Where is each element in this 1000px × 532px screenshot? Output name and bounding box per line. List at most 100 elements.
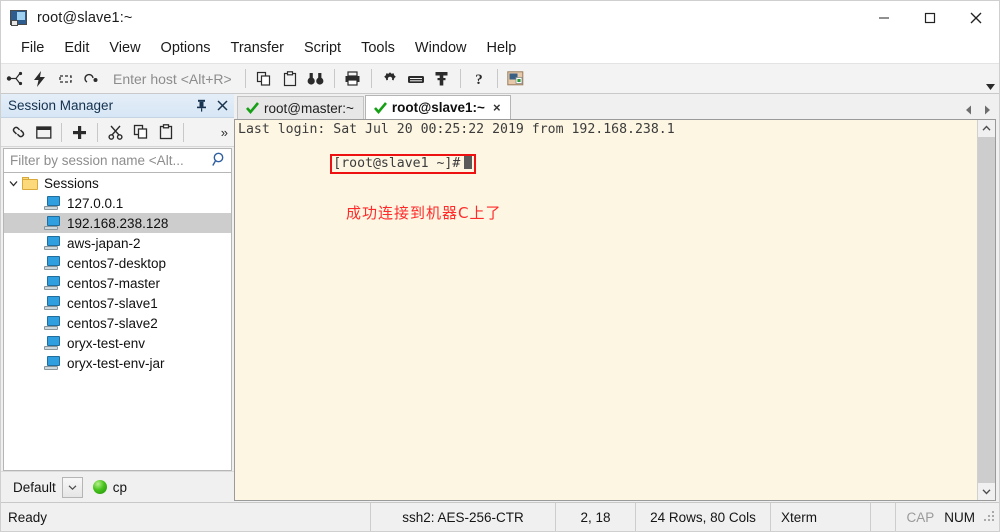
menu-item-view[interactable]: View — [99, 38, 150, 59]
session-label: centos7-slave2 — [67, 316, 158, 331]
toolbar-separator — [183, 123, 184, 142]
menu-item-help[interactable]: Help — [477, 38, 527, 59]
tab-nav-buttons — [963, 103, 992, 117]
terminal-container: Last login: Sat Jul 20 00:25:22 2019 fro… — [234, 119, 996, 501]
session-icon — [44, 256, 61, 270]
title-bar: root@slave1:~ — [1, 1, 999, 35]
host-input[interactable]: Enter host <Alt+R> — [105, 71, 240, 87]
session-tree[interactable]: Sessions 127.0.0.1 192.168.238.128 aws-j… — [3, 173, 232, 471]
session-toolbar-overflow-icon[interactable]: » — [221, 118, 228, 146]
terminal-prompt-line: [root@slave1 ~]# — [238, 138, 977, 190]
scrollbar-thumb[interactable] — [978, 137, 995, 483]
status-bar: Ready ssh2: AES-256-CTR 2, 18 24 Rows, 8… — [1, 502, 999, 531]
menu-item-window[interactable]: Window — [405, 38, 477, 59]
session-options-icon[interactable] — [503, 66, 529, 92]
connect-icon[interactable] — [1, 66, 27, 92]
close-icon[interactable] — [215, 97, 230, 114]
filter-icon[interactable] — [429, 66, 455, 92]
prompt-highlight-box: [root@slave1 ~]# — [330, 154, 476, 174]
menu-item-options[interactable]: Options — [151, 38, 221, 59]
new-window-icon[interactable] — [31, 120, 56, 145]
menu-item-script[interactable]: Script — [294, 38, 351, 59]
keymap-icon[interactable] — [403, 66, 429, 92]
status-cipher: ssh2: AES-256-CTR — [371, 503, 556, 531]
session-label: 192.168.238.128 — [67, 216, 168, 231]
status-spacer — [871, 503, 896, 531]
list-item[interactable]: oryx-test-env — [4, 333, 231, 353]
terminal-cursor — [464, 156, 472, 169]
session-filter-input[interactable]: Filter by session name <Alt... — [3, 148, 232, 173]
chevron-down-icon[interactable] — [4, 173, 22, 193]
tab-close-icon[interactable]: × — [493, 101, 501, 114]
toolbar-separator — [97, 123, 98, 142]
scrollbar-track[interactable] — [978, 137, 995, 483]
connect-in-tab-icon[interactable] — [79, 66, 105, 92]
help-icon[interactable]: ? — [466, 66, 492, 92]
status-label: cp — [113, 480, 127, 495]
quick-connect-icon[interactable] — [27, 66, 53, 92]
list-item[interactable]: aws-japan-2 — [4, 233, 231, 253]
list-item[interactable]: centos7-desktop — [4, 253, 231, 273]
resize-grip-icon[interactable] — [983, 510, 997, 524]
copy-icon[interactable] — [128, 120, 153, 145]
main-body: Session Manager — [1, 94, 999, 502]
menu-item-tools[interactable]: Tools — [351, 38, 405, 59]
session-label: 127.0.0.1 — [67, 196, 123, 211]
securecrt-app-icon — [10, 10, 28, 26]
settings-icon[interactable] — [377, 66, 403, 92]
status-caps-lock: CAP — [896, 510, 940, 525]
list-item[interactable]: 192.168.238.128 — [4, 213, 231, 233]
list-item[interactable]: centos7-master — [4, 273, 231, 293]
svg-text:?: ? — [475, 72, 483, 87]
list-item[interactable]: centos7-slave2 — [4, 313, 231, 333]
menu-bar: File Edit View Options Transfer Script T… — [1, 35, 999, 63]
tree-root-label: Sessions — [44, 176, 99, 191]
paste-icon[interactable] — [153, 120, 178, 145]
copy-icon[interactable] — [251, 66, 277, 92]
terminal-screen[interactable]: Last login: Sat Jul 20 00:25:22 2019 fro… — [235, 120, 977, 500]
list-item[interactable]: oryx-test-env-jar — [4, 353, 231, 373]
search-icon[interactable] — [212, 152, 226, 172]
print-icon[interactable] — [340, 66, 366, 92]
main-toolbar: Enter host <Alt+R> — [1, 63, 999, 94]
toolbar-separator — [497, 69, 498, 88]
status-num-lock: NUM — [940, 510, 983, 525]
toolbar-overflow-icon[interactable] — [981, 64, 999, 93]
session-filter-placeholder: Filter by session name <Alt... — [4, 153, 184, 168]
securecrt-window: root@slave1:~ File Edit View Options Tra… — [0, 0, 1000, 532]
connect-link-icon[interactable] — [6, 120, 31, 145]
minimize-icon[interactable] — [861, 1, 907, 35]
pin-icon[interactable] — [194, 97, 209, 114]
status-orb-icon — [93, 480, 107, 494]
terminal-scrollbar[interactable] — [977, 120, 995, 500]
tab-scroll-left-icon[interactable] — [963, 103, 974, 117]
status-screen-size: 24 Rows, 80 Cols — [636, 503, 771, 531]
tab-label: root@master:~ — [264, 101, 354, 116]
toolbar-separator — [61, 123, 62, 142]
tab-root-slave1[interactable]: root@slave1:~ × — [365, 95, 511, 119]
menu-item-transfer[interactable]: Transfer — [221, 38, 294, 59]
terminal-prompt: [root@slave1 ~]# — [333, 156, 460, 171]
session-label: centos7-slave1 — [67, 296, 158, 311]
scroll-up-icon[interactable] — [978, 120, 995, 137]
tab-root-master[interactable]: root@master:~ — [237, 96, 364, 119]
tab-scroll-right-icon[interactable] — [981, 103, 992, 117]
menu-item-edit[interactable]: Edit — [54, 38, 99, 59]
find-icon[interactable] — [303, 66, 329, 92]
cut-icon[interactable] — [103, 120, 128, 145]
close-icon[interactable] — [953, 1, 999, 35]
reconnect-icon[interactable] — [53, 66, 79, 92]
menu-item-file[interactable]: File — [11, 38, 54, 59]
paste-icon[interactable] — [277, 66, 303, 92]
status-cursor-position: 2, 18 — [556, 503, 636, 531]
maximize-icon[interactable] — [907, 1, 953, 35]
chevron-down-icon[interactable] — [62, 477, 83, 498]
session-label: centos7-master — [67, 276, 160, 291]
list-item[interactable]: 127.0.0.1 — [4, 193, 231, 213]
scroll-down-icon[interactable] — [978, 483, 995, 500]
terminal-pane: root@master:~ root@slave1:~ × — [234, 94, 999, 502]
list-item[interactable]: centos7-slave1 — [4, 293, 231, 313]
folder-icon — [22, 177, 38, 190]
tree-root-sessions[interactable]: Sessions — [4, 173, 231, 193]
new-session-icon[interactable] — [67, 120, 92, 145]
